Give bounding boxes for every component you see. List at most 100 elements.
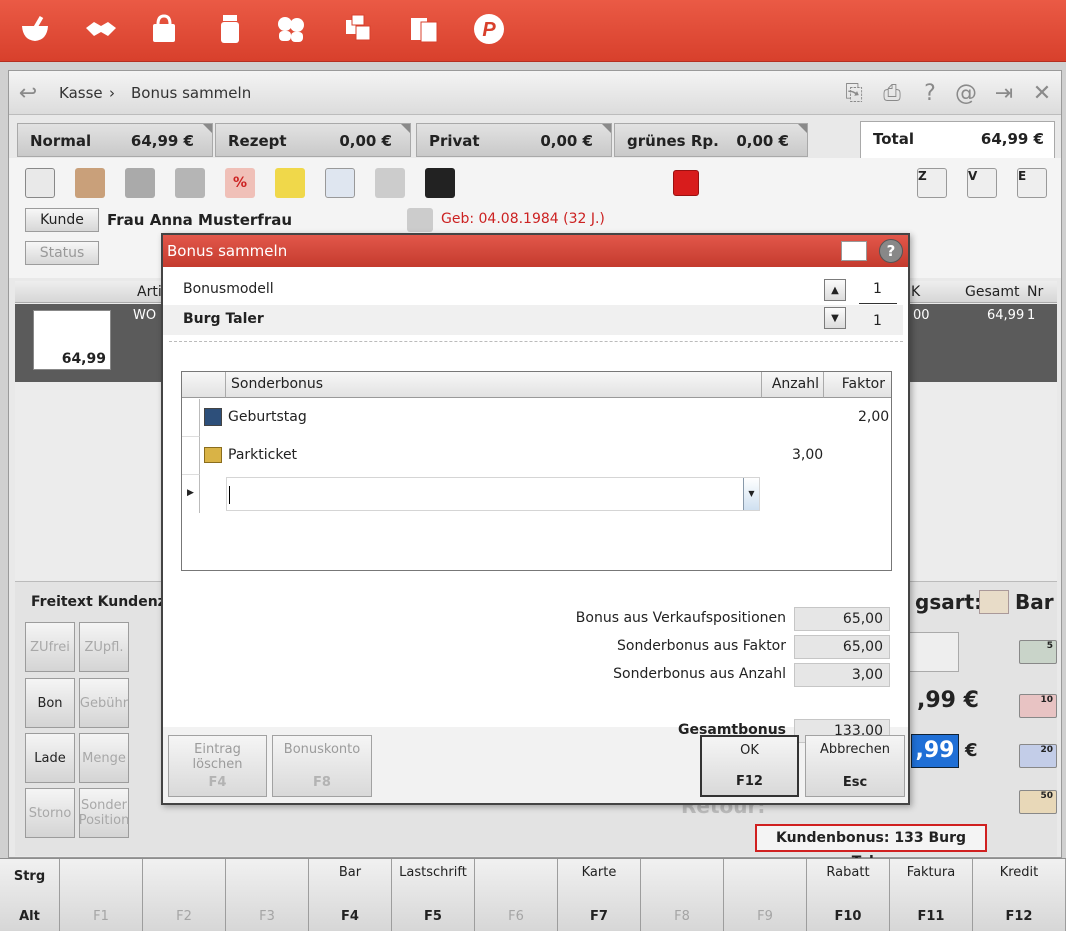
birthdate-text: Geb: 04.08.1984 (32 J.) — [441, 211, 605, 227]
document-user-icon[interactable] — [325, 168, 355, 198]
breadcrumb-separator: › — [109, 84, 115, 102]
banknote-20-icon[interactable]: 20 — [1019, 744, 1057, 768]
banknote-10-icon[interactable]: 10 — [1019, 694, 1057, 718]
ok-button[interactable]: OK F12 — [700, 735, 799, 797]
shopping-bag-icon[interactable] — [145, 10, 183, 48]
breadcrumb-root[interactable]: Kasse — [59, 84, 103, 102]
window-titlebar: ↩ Kasse › Bonus sammeln ⎘ ⎙ ? @ ⇥ ✕ — [9, 71, 1061, 115]
grid-header-faktor[interactable]: Faktor — [824, 372, 891, 398]
tab-rezept[interactable]: Rezept 0,00 € — [215, 123, 411, 157]
birthday-icon — [407, 208, 433, 232]
email-icon[interactable]: @ — [953, 81, 979, 107]
col-gesamt: Gesamt — [965, 284, 1020, 300]
row-name: Geburtstag — [228, 409, 307, 425]
v-user-icon[interactable]: V — [967, 168, 997, 198]
fkey-f2[interactable]: F2 — [143, 859, 226, 931]
people-icon[interactable] — [272, 10, 310, 48]
zufrei-button[interactable]: ZUfrei — [25, 622, 75, 672]
copy-icon[interactable]: ⎘ — [841, 81, 867, 107]
back-arrow-icon[interactable]: ↩ — [15, 81, 41, 107]
sun-icon[interactable] — [275, 168, 305, 198]
fkey-f5-lastschrift[interactable]: Lastschrift F5 — [392, 859, 475, 931]
fkey-f4-bar[interactable]: Bar F4 — [309, 859, 392, 931]
fkey-top: Bar — [338, 865, 362, 880]
print-icon[interactable]: ⎙ — [879, 81, 905, 107]
stop-icon[interactable] — [673, 170, 699, 196]
grid-header-anzahl[interactable]: Anzahl — [762, 372, 824, 398]
p-logo-icon[interactable]: P — [470, 10, 508, 48]
e-user-icon[interactable]: E — [1017, 168, 1047, 198]
counter-bottom: 1 — [873, 313, 882, 329]
pin-icon[interactable] — [375, 168, 405, 198]
fkey-top: Lastschrift — [399, 865, 467, 880]
fkey-f8[interactable]: F8 — [641, 859, 724, 931]
col-nr: Nr — [1027, 284, 1044, 300]
fkey-f11-faktura[interactable]: Faktura F11 — [890, 859, 973, 931]
banknote-50-icon[interactable]: 50 — [1019, 790, 1057, 814]
zahlungsart-label: gsart: — [915, 590, 983, 614]
chevron-down-icon[interactable]: ▼ — [743, 478, 759, 510]
help-icon[interactable]: ? — [917, 81, 943, 107]
table-row-new[interactable]: ▶ ▼ — [182, 475, 891, 513]
fkey-f1[interactable]: F1 — [60, 859, 143, 931]
given-amount-field[interactable]: ,99 — [911, 734, 959, 768]
gebuehr-button[interactable]: Gebühr — [79, 678, 129, 728]
sum-label-verkaufspositionen: Bonus aus Verkaufspositionen — [575, 610, 786, 626]
printer-icon[interactable] — [125, 168, 155, 198]
zupfl-button[interactable]: ZUpfl. — [79, 622, 129, 672]
tab-gruenes-rp[interactable]: grünes Rp. 0,00 € — [614, 123, 808, 157]
contacts-icon[interactable] — [175, 168, 205, 198]
tab-value: 0,00 € — [736, 132, 789, 150]
handshake-icon[interactable] — [82, 10, 120, 48]
mortar-icon[interactable] — [16, 10, 54, 48]
card-reader-icon[interactable] — [25, 168, 55, 198]
sonderbonus-select[interactable]: ▼ — [226, 477, 760, 511]
dialog-titlebar: Bonus sammeln ? — [163, 235, 908, 267]
fkey-f10-rabatt[interactable]: Rabatt F10 — [807, 859, 890, 931]
grid-dots-icon[interactable] — [425, 168, 455, 198]
discount-icon[interactable]: % — [225, 168, 255, 198]
medicine-jar-icon[interactable] — [211, 10, 249, 48]
scroll-down-button[interactable]: ▼ — [824, 307, 846, 329]
bonuskonto-button[interactable]: Bonuskonto F8 — [272, 735, 372, 797]
status-button[interactable]: Status — [25, 241, 99, 265]
fkey-f9[interactable]: F9 — [724, 859, 807, 931]
fkey-f3[interactable]: F3 — [226, 859, 309, 931]
gift-monitor-icon — [204, 408, 222, 426]
bonusmodell-row[interactable]: Burg Taler — [163, 305, 903, 335]
table-row[interactable]: Geburtstag 2,00 — [182, 399, 891, 437]
lade-button[interactable]: Lade — [25, 733, 75, 783]
tab-total[interactable]: Total 64,99 € — [860, 121, 1055, 158]
bon-button[interactable]: Bon — [25, 678, 75, 728]
scroll-up-button[interactable]: ▲ — [824, 279, 846, 301]
sonder-position-button[interactable]: Sonder Position — [79, 788, 129, 838]
fkey-strg-alt[interactable]: Strg Alt — [0, 859, 60, 931]
fkey-f12-kredit[interactable]: Kredit F12 — [973, 859, 1066, 931]
eintrag-loeschen-button[interactable]: Eintrag löschen F4 — [168, 735, 267, 797]
documents-icon[interactable] — [405, 10, 443, 48]
kunde-button[interactable]: Kunde — [25, 208, 99, 232]
handshake-icon[interactable] — [75, 168, 105, 198]
tab-privat[interactable]: Privat 0,00 € — [416, 123, 612, 157]
bonus-dialog: Bonus sammeln ? Bonusmodell Burg Taler ▲… — [161, 233, 910, 805]
window-icon[interactable] — [841, 241, 867, 261]
banknote-5-icon[interactable]: 5 — [1019, 640, 1057, 664]
z-user-icon[interactable]: Z — [917, 168, 947, 198]
fkey-f6[interactable]: F6 — [475, 859, 558, 931]
fkey-top: Faktura — [906, 865, 956, 880]
abbrechen-button[interactable]: Abbrechen Esc — [805, 735, 905, 797]
storno-button[interactable]: Storno — [25, 788, 75, 838]
ticket-icon — [204, 447, 222, 463]
exit-icon[interactable]: ⇥ — [991, 81, 1017, 107]
close-icon[interactable]: ✕ — [1029, 81, 1055, 107]
amount-input[interactable] — [905, 632, 959, 672]
menge-button[interactable]: Menge — [79, 733, 129, 783]
fkey-bottom: F3 — [259, 909, 275, 924]
tab-normal[interactable]: Normal 64,99 € — [17, 123, 213, 157]
help-icon[interactable]: ? — [879, 239, 903, 263]
boxes-icon[interactable] — [340, 10, 378, 48]
table-row[interactable]: Parkticket 3,00 — [182, 437, 891, 475]
grid-header-sonderbonus[interactable]: Sonderbonus — [226, 372, 762, 398]
sum-label-faktor: Sonderbonus aus Faktor — [617, 638, 786, 654]
fkey-f7-karte[interactable]: Karte F7 — [558, 859, 641, 931]
